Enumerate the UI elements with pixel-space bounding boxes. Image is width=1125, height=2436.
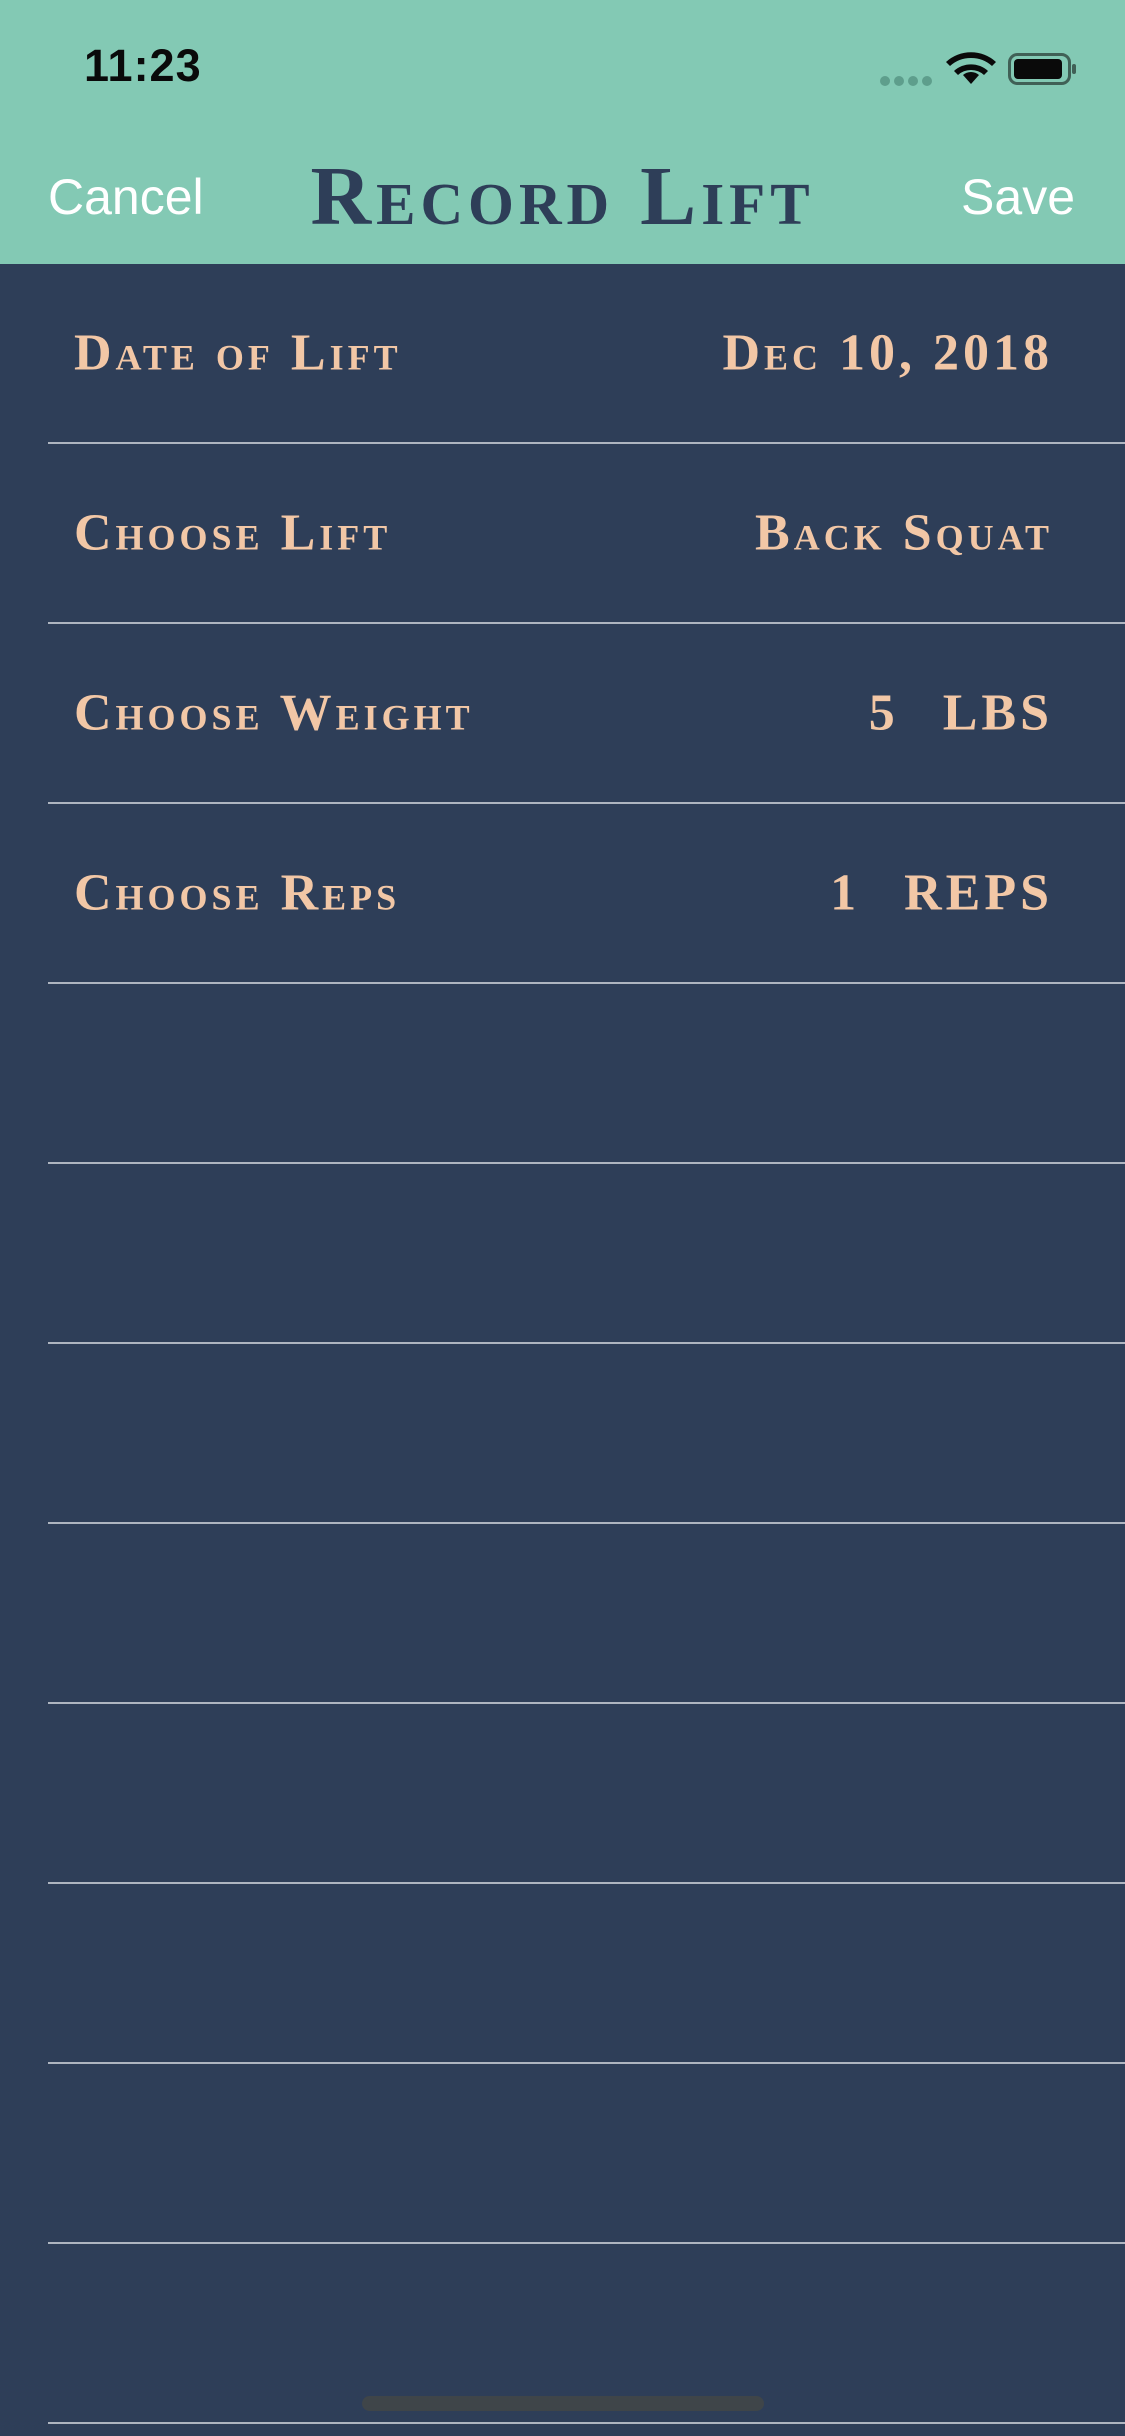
battery-icon	[1008, 53, 1076, 85]
save-button[interactable]: Save	[961, 168, 1075, 226]
choose-lift-row[interactable]: Choose Lift Back Squat	[48, 444, 1125, 624]
choose-weight-row[interactable]: Choose Weight 5 LBS	[48, 624, 1125, 804]
row-label: Date of Lift	[74, 324, 402, 382]
empty-row	[48, 1164, 1125, 1344]
row-label: Choose Weight	[74, 684, 474, 742]
lift-form-table: Date of Lift Dec 10, 2018 Choose Lift Ba…	[0, 264, 1125, 2424]
lift-value: Back Squat	[755, 504, 1053, 562]
wifi-icon	[946, 52, 996, 84]
choose-reps-row[interactable]: Choose Reps 1 REPS	[48, 804, 1125, 984]
row-label: Choose Reps	[74, 864, 401, 922]
reps-value: 1 REPS	[830, 864, 1053, 923]
row-label: Choose Lift	[74, 504, 392, 562]
record-lift-screen: 11:23 Cancel Record Lift Save Date of Li…	[0, 0, 1125, 2436]
cancel-button[interactable]: Cancel	[48, 168, 204, 226]
empty-row	[48, 1704, 1125, 1884]
date-of-lift-row[interactable]: Date of Lift Dec 10, 2018	[48, 264, 1125, 444]
empty-row	[48, 984, 1125, 1164]
home-indicator[interactable]	[362, 2396, 764, 2411]
empty-row	[48, 1344, 1125, 1524]
weight-value: 5 LBS	[869, 684, 1053, 743]
reps-number: 1	[830, 864, 861, 922]
date-value: Dec 10, 2018	[722, 324, 1053, 382]
navigation-header: 11:23 Cancel Record Lift Save	[0, 0, 1125, 264]
weight-unit: LBS	[942, 684, 1053, 742]
weight-number: 5	[868, 684, 899, 742]
status-time: 11:23	[84, 40, 202, 91]
empty-row	[48, 1884, 1125, 2064]
reps-unit: REPS	[904, 864, 1053, 922]
empty-row	[48, 2064, 1125, 2244]
cellular-signal-icon	[880, 76, 934, 86]
empty-row	[48, 1524, 1125, 1704]
